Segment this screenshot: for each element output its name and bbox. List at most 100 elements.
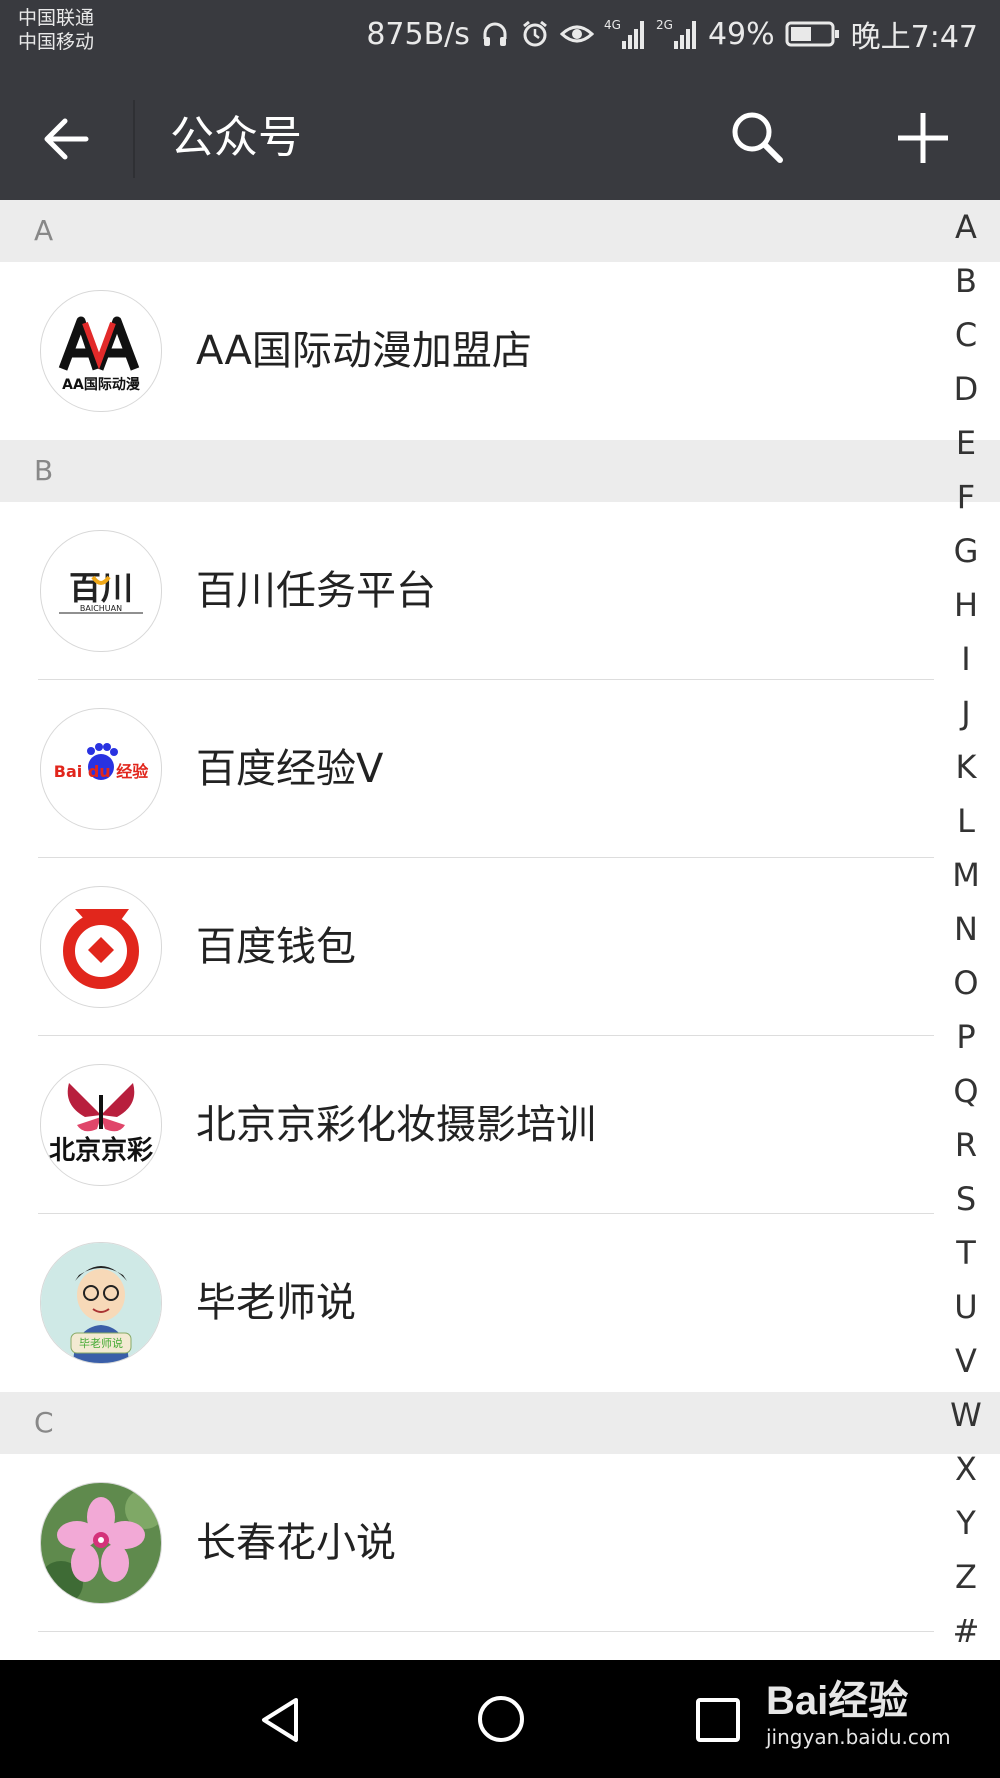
app-bar: 公众号 bbox=[0, 78, 1000, 200]
index-letter-z[interactable]: Z bbox=[932, 1550, 1000, 1604]
account-avatar: Bai du 经验 bbox=[40, 708, 162, 830]
plus-icon bbox=[898, 113, 948, 163]
back-arrow-icon bbox=[44, 118, 89, 160]
teacher-logo-text: 毕老师说 bbox=[79, 1336, 123, 1350]
aa-logo-text: AA国际动漫 bbox=[62, 376, 141, 393]
section-header-b: B bbox=[0, 440, 1000, 502]
index-letter-w[interactable]: W bbox=[932, 1388, 1000, 1442]
jingcai-logo-icon: 北京京彩 bbox=[49, 1083, 153, 1166]
baichuan-logo-icon: 百川 BAICHUAN bbox=[59, 569, 143, 614]
index-letter-k[interactable]: K bbox=[932, 740, 1000, 794]
index-letter-f[interactable]: F bbox=[932, 470, 1000, 524]
account-avatar: 北京京彩 bbox=[40, 1064, 162, 1186]
index-letter-c[interactable]: C bbox=[932, 308, 1000, 362]
clock: 晚上7:47 bbox=[850, 20, 978, 55]
status-bar: 中国联通 中国移动 875B/s 4G 2G 49% 晚上7:47 bbox=[0, 0, 1000, 70]
account-avatar bbox=[40, 1482, 162, 1604]
baidu-jingyan-logo-icon: Bai du 经验 bbox=[54, 743, 149, 781]
index-letter-hash[interactable]: # bbox=[932, 1604, 1000, 1658]
nav-back-button[interactable] bbox=[250, 1690, 310, 1750]
nav-home-icon bbox=[478, 1696, 524, 1742]
index-letter-t[interactable]: T bbox=[932, 1226, 1000, 1280]
nav-home-button[interactable] bbox=[470, 1688, 532, 1750]
page-title: 公众号 bbox=[170, 112, 302, 163]
account-avatar: 毕老师说 bbox=[40, 1242, 162, 1364]
list-item[interactable]: 长春花小说 bbox=[0, 1454, 1000, 1632]
baichuan-logo-text: 百川 bbox=[69, 569, 133, 607]
search-icon bbox=[732, 112, 783, 163]
index-letter-h[interactable]: H bbox=[932, 578, 1000, 632]
index-letter-e[interactable]: E bbox=[932, 416, 1000, 470]
baichuan-logo-sub: BAICHUAN bbox=[80, 604, 122, 613]
index-letter-r[interactable]: R bbox=[932, 1118, 1000, 1172]
account-name: 长春花小说 bbox=[196, 1520, 396, 1566]
carrier-2: 中国移动 bbox=[18, 31, 95, 53]
teacher-cartoon-icon: 毕老师说 bbox=[41, 1243, 161, 1363]
alphabet-index[interactable]: A B C D E F G H I J K L M N O P Q R S T U V W X Y Z # bbox=[932, 200, 1000, 1660]
index-letter-i[interactable]: I bbox=[932, 632, 1000, 686]
add-button[interactable] bbox=[888, 103, 958, 173]
account-name: 百度钱包 bbox=[196, 924, 356, 970]
network-speed: 875B/s bbox=[366, 16, 470, 52]
list-item[interactable]: 百川 BAICHUAN 百川任务平台 bbox=[0, 502, 1000, 680]
index-letter-s[interactable]: S bbox=[932, 1172, 1000, 1226]
baidu-jingyan-watermark: Bai经验 jingyan.baidu.com bbox=[766, 1676, 951, 1748]
baidu-jingyan-logo-text: Bai du 经验 bbox=[54, 762, 149, 781]
watermark-main: Bai经验 bbox=[766, 1679, 909, 1723]
index-letter-v[interactable]: V bbox=[932, 1334, 1000, 1388]
watermark-sub: jingyan.baidu.com bbox=[766, 1725, 951, 1749]
nav-recent-icon bbox=[696, 1698, 740, 1742]
list-item[interactable]: 毕老师说 毕老师说 bbox=[0, 1214, 1000, 1392]
alarm-icon bbox=[523, 20, 547, 47]
account-name: 百川任务平台 bbox=[196, 568, 436, 614]
back-button[interactable] bbox=[34, 104, 104, 174]
index-letter-m[interactable]: M bbox=[932, 848, 1000, 902]
index-letter-g[interactable]: G bbox=[932, 524, 1000, 578]
carrier-info: 中国联通 中国移动 bbox=[18, 6, 94, 54]
battery-percent: 49% bbox=[707, 16, 775, 52]
official-accounts-list[interactable]: A AA国际动漫 AA国际动漫加盟店 B 百川 BAICHUAN 百川任务平台 bbox=[0, 200, 1000, 1660]
account-avatar: AA国际动漫 bbox=[40, 290, 162, 412]
account-name: 毕老师说 bbox=[196, 1280, 356, 1326]
carrier-1: 中国联通 bbox=[18, 7, 95, 29]
index-letter-a[interactable]: A bbox=[932, 200, 1000, 254]
index-letter-x[interactable]: X bbox=[932, 1442, 1000, 1496]
index-letter-n[interactable]: N bbox=[932, 902, 1000, 956]
index-letter-d[interactable]: D bbox=[932, 362, 1000, 416]
account-avatar: 百川 BAICHUAN bbox=[40, 530, 162, 652]
section-header-a: A bbox=[0, 200, 1000, 262]
index-letter-l[interactable]: L bbox=[932, 794, 1000, 848]
index-letter-q[interactable]: Q bbox=[932, 1064, 1000, 1118]
nav-recent-button[interactable] bbox=[692, 1694, 744, 1746]
battery-icon bbox=[785, 21, 839, 47]
account-name: 百度经验V bbox=[196, 746, 384, 792]
row-divider bbox=[38, 1631, 934, 1632]
system-navigation-bar: Bai经验 jingyan.baidu.com bbox=[0, 1660, 1000, 1778]
list-item[interactable]: 百度钱包 bbox=[0, 858, 1000, 1036]
signal-4g-icon: 4G bbox=[604, 18, 644, 49]
header-divider bbox=[133, 100, 135, 178]
aa-logo-icon: AA国际动漫 bbox=[58, 316, 141, 393]
jingcai-logo-text: 北京京彩 bbox=[49, 1135, 153, 1166]
top-bar: 中国联通 中国移动 875B/s 4G 2G 49% 晚上7:47 公众号 bbox=[0, 0, 1000, 200]
nav-back-icon bbox=[262, 1698, 298, 1742]
headphones-icon bbox=[483, 22, 507, 46]
periwinkle-flower-icon bbox=[41, 1483, 161, 1603]
index-letter-j[interactable]: J bbox=[932, 686, 1000, 740]
index-letter-b[interactable]: B bbox=[932, 254, 1000, 308]
status-indicators: 875B/s 4G 2G 49% 晚上7:47 bbox=[366, 14, 978, 56]
eye-icon bbox=[559, 25, 594, 43]
svg-text:4G: 4G bbox=[604, 18, 621, 32]
list-item[interactable]: 北京京彩 北京京彩化妆摄影培训 bbox=[0, 1036, 1000, 1214]
index-letter-u[interactable]: U bbox=[932, 1280, 1000, 1334]
list-item[interactable]: Bai du 经验 百度经验V bbox=[0, 680, 1000, 858]
index-letter-p[interactable]: P bbox=[932, 1010, 1000, 1064]
search-button[interactable] bbox=[722, 103, 792, 173]
signal-2g-icon: 2G bbox=[656, 18, 696, 49]
baidu-wallet-logo-icon bbox=[63, 909, 139, 989]
svg-text:2G: 2G bbox=[656, 18, 673, 32]
section-header-c: C bbox=[0, 1392, 1000, 1454]
list-item[interactable]: AA国际动漫 AA国际动漫加盟店 bbox=[0, 262, 1000, 440]
index-letter-o[interactable]: O bbox=[932, 956, 1000, 1010]
index-letter-y[interactable]: Y bbox=[932, 1496, 1000, 1550]
